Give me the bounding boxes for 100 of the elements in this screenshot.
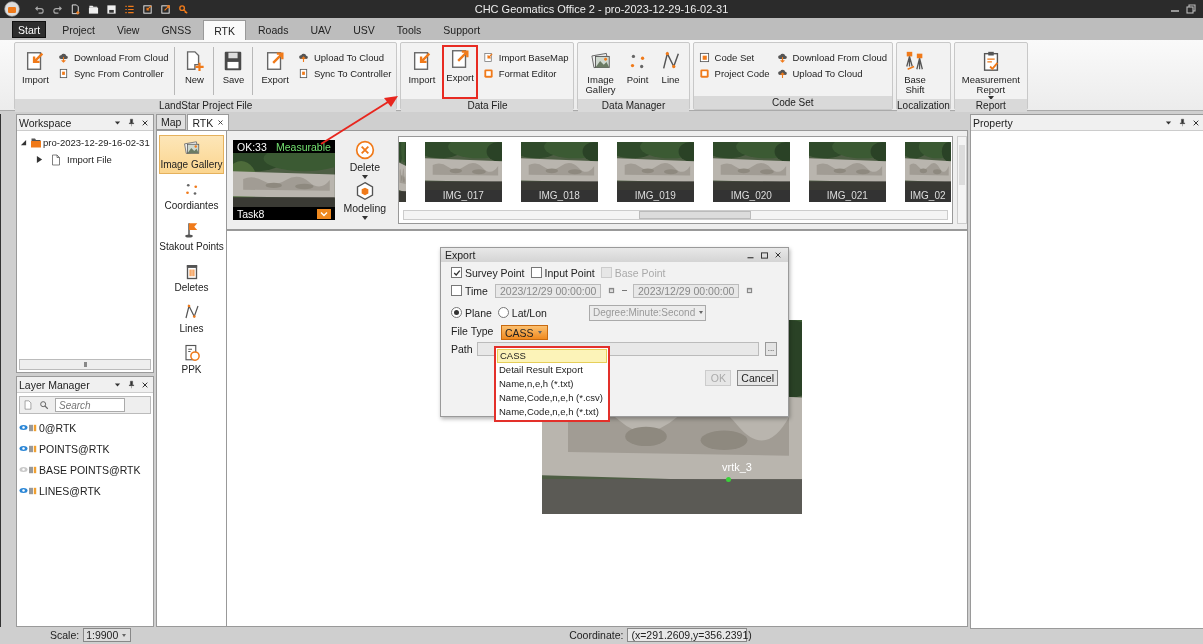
ribbon-button[interactable]: New — [179, 47, 210, 99]
pin-icon[interactable] — [127, 380, 136, 389]
ribbon-button[interactable]: Export — [257, 47, 293, 99]
ribbon-tab[interactable]: Tools — [386, 20, 432, 40]
pin-icon[interactable] — [1178, 118, 1187, 127]
eye-icon[interactable] — [19, 424, 28, 431]
dropdown-option[interactable]: Name,n,e,h (*.txt) — [497, 377, 607, 391]
ribbon-button[interactable]: Upload To Cloud — [295, 52, 394, 63]
checkbox[interactable]: Input Point — [530, 266, 595, 279]
thumbnail-caption[interactable]: IMG_018 — [520, 190, 598, 202]
tool-button[interactable]: Image Gallery — [159, 135, 224, 174]
calendar-icon[interactable] — [607, 286, 616, 295]
ribbon-tab[interactable]: Support — [433, 20, 491, 40]
ribbon-tab[interactable]: Start — [12, 21, 47, 38]
document-tab[interactable]: RTK — [187, 114, 230, 130]
action-button[interactable]: Delete — [349, 140, 380, 179]
ribbon-tab[interactable]: USV — [343, 20, 385, 40]
ribbon-button[interactable]: Import — [404, 47, 440, 99]
checkbox[interactable]: Time — [451, 284, 489, 297]
close-icon[interactable] — [141, 380, 149, 389]
tool-button[interactable]: Stakout Points — [159, 217, 224, 256]
calendar-icon[interactable] — [745, 286, 754, 295]
expander-icon[interactable] — [36, 156, 43, 163]
ribbon-tab[interactable]: UAV — [300, 20, 342, 40]
task-card[interactable]: OK:33 Measurable Task8 — [233, 140, 335, 220]
caret-down-icon[interactable] — [1164, 118, 1173, 127]
layer-icon — [29, 423, 37, 432]
pin-icon[interactable] — [127, 118, 136, 127]
list-icon[interactable] — [124, 3, 135, 15]
tool-button[interactable]: PPK — [159, 340, 224, 379]
thumbnail-caption[interactable]: IMG_020 — [712, 190, 790, 202]
tree-item[interactable]: Import File — [67, 154, 112, 165]
ribbon-button[interactable]: Export — [442, 45, 478, 99]
import-icon[interactable] — [142, 3, 153, 15]
thumbnail-caption[interactable]: IMG_02 — [904, 190, 951, 202]
file-type-dropdown[interactable]: CASS — [501, 325, 548, 340]
scrollbar[interactable] — [957, 136, 967, 224]
ribbon-button[interactable]: Download From Cloud — [774, 52, 889, 63]
ribbon-button[interactable]: Sync From Controller — [55, 68, 171, 79]
dialog-button[interactable]: Cancel — [737, 369, 778, 386]
ribbon-button[interactable]: Sync To Controller — [295, 68, 394, 79]
layer-name[interactable]: LINES@RTK — [39, 484, 101, 497]
layer-name[interactable]: BASE POINTS@RTK — [39, 463, 141, 476]
scrollbar[interactable] — [19, 359, 151, 370]
export-icon[interactable] — [160, 3, 171, 15]
ribbon-tab[interactable]: RTK — [203, 20, 247, 40]
thumbnail-caption[interactable]: IMG_021 — [808, 190, 886, 202]
scale-dropdown[interactable]: 1:9900 — [83, 628, 132, 642]
document-tab[interactable]: Map — [156, 114, 187, 130]
ribbon-button[interactable]: Base Shift — [900, 47, 930, 99]
ribbon-button[interactable]: Download From Cloud — [55, 52, 171, 63]
caret-down-icon[interactable] — [113, 118, 122, 127]
action-button[interactable]: Modeling — [343, 181, 387, 220]
ribbon-button[interactable]: Line — [655, 47, 686, 99]
ribbon-button[interactable]: Import — [18, 47, 53, 99]
ribbon-tab[interactable]: Project — [52, 20, 105, 40]
ribbon-button[interactable]: Import BaseMap — [480, 52, 571, 63]
dropdown-option[interactable]: CASS — [497, 349, 607, 363]
tool-button[interactable]: Lines — [159, 299, 224, 338]
radio-button[interactable]: Plane — [451, 306, 492, 319]
expander-icon[interactable] — [20, 139, 27, 146]
layer-name[interactable]: POINTS@RTK — [39, 442, 110, 455]
search-field[interactable]: Search — [55, 398, 125, 412]
caret-down-icon[interactable] — [113, 380, 122, 389]
dropdown-icon[interactable] — [316, 208, 331, 219]
ribbon-button[interactable]: Point — [622, 47, 653, 99]
checkbox[interactable]: Survey Point — [451, 266, 525, 279]
controller-icon — [57, 68, 69, 79]
restore-icon[interactable] — [1185, 3, 1197, 15]
new-file-icon[interactable] — [70, 3, 81, 15]
ribbon-tab[interactable]: View — [106, 20, 150, 40]
search-icon[interactable] — [39, 400, 49, 410]
ribbon-tab[interactable]: GNSS — [151, 20, 202, 40]
thumbnail-caption[interactable]: IMG_017 — [424, 190, 502, 202]
folder-icon[interactable] — [88, 3, 99, 15]
close-icon[interactable] — [774, 251, 782, 259]
thumbnail-caption[interactable]: IMG_019 — [616, 190, 694, 202]
close-icon[interactable] — [1192, 118, 1200, 127]
browse-button[interactable]: ... — [765, 341, 777, 356]
ribbon-button[interactable]: Upload To Cloud — [774, 68, 889, 79]
close-icon[interactable] — [141, 118, 149, 127]
dropdown-option[interactable]: Detail Result Export — [497, 363, 607, 377]
radio-button[interactable]: Lat/Lon — [497, 306, 547, 319]
scrollbar[interactable] — [402, 210, 948, 220]
ribbon-button[interactable]: Save — [218, 47, 249, 99]
tool-button[interactable]: Deletes — [159, 258, 224, 297]
ribbon-tab[interactable]: Roads — [248, 20, 299, 40]
ribbon-button[interactable]: Image Gallery — [581, 47, 620, 99]
tool-button[interactable]: Coordiantes — [159, 176, 224, 215]
eye-icon[interactable] — [19, 487, 28, 494]
tree-item[interactable]: pro-2023-12-29-16-02-31 — [43, 137, 150, 148]
ribbon-button[interactable]: Code Set — [696, 52, 772, 63]
ribbon-button[interactable]: Format Editor — [480, 68, 571, 79]
layer-name[interactable]: 0@RTK — [39, 421, 77, 434]
save-icon[interactable] — [106, 3, 117, 15]
ribbon-button[interactable]: Project Code — [696, 68, 772, 79]
dropdown-option[interactable]: Name,Code,n,e,h (*.csv) — [497, 391, 607, 405]
maximize-icon[interactable] — [760, 250, 769, 260]
dropdown-option[interactable]: Name,Code,n,e,h (*.txt) — [497, 405, 607, 419]
eye-icon[interactable] — [19, 445, 28, 452]
